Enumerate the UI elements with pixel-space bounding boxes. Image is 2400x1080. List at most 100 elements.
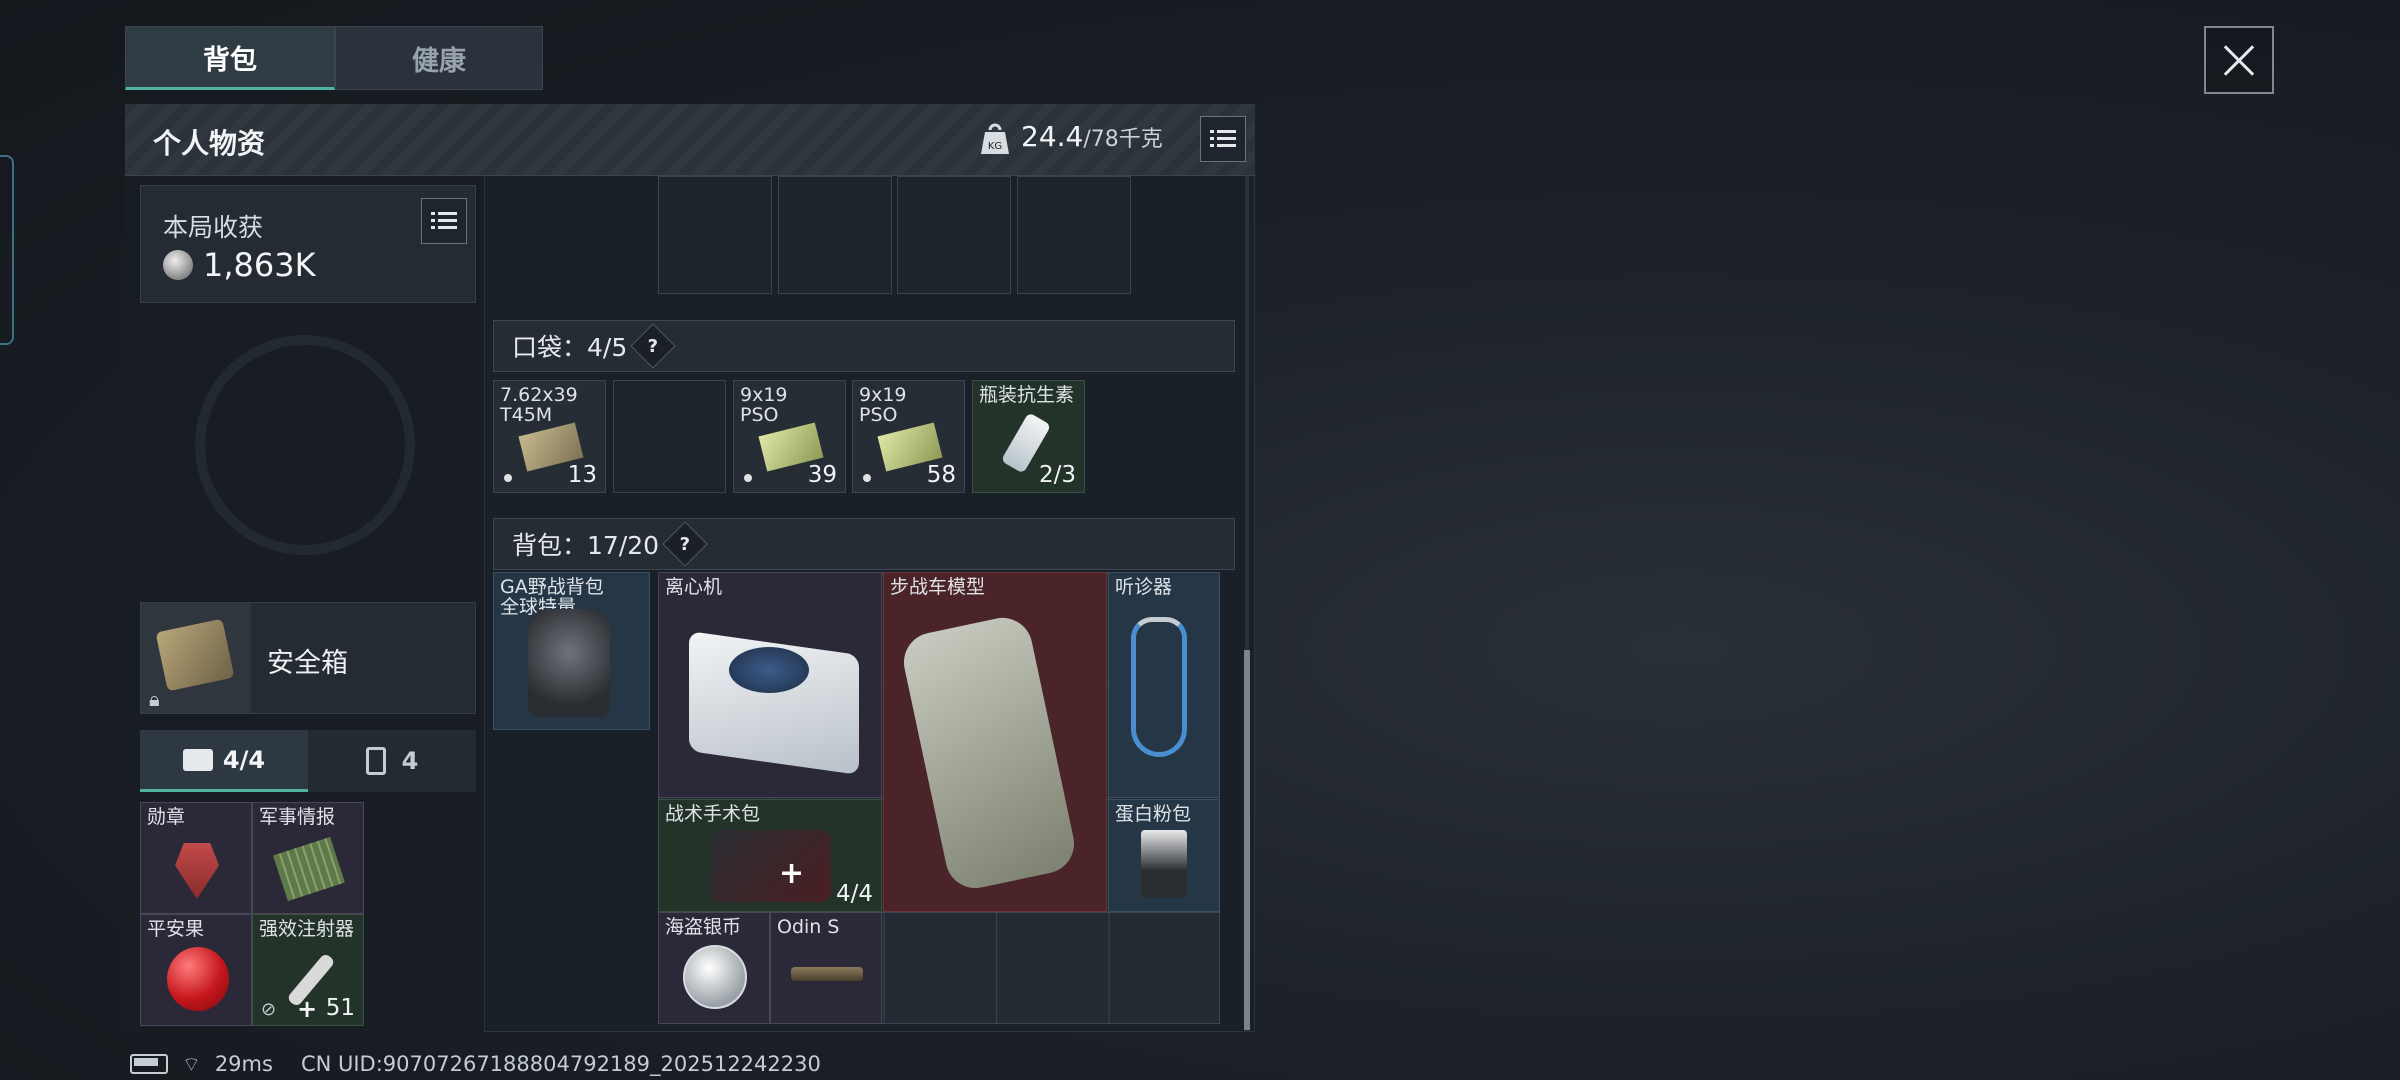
pocket-slot-3-count: 39 — [807, 462, 837, 488]
item-injector-count: 51 — [325, 995, 355, 1021]
safe-box-label: 安全箱 — [267, 648, 348, 679]
item-stethoscope-label: 听诊器 — [1115, 576, 1173, 598]
wifi-icon: ⌔ — [182, 1051, 201, 1076]
backpack-header: 背包：17/20 ? — [493, 518, 1235, 570]
pockets-header: 口袋：4/5 ? — [493, 320, 1235, 372]
item-protein-label: 蛋白粉包 — [1115, 803, 1192, 825]
faction-emblem-watermark — [195, 335, 415, 555]
equipped-backpack-slot[interactable]: GA野战背包 全球特量 — [493, 572, 650, 730]
safe-box-slot[interactable]: 🔒︎ 安全箱 — [140, 602, 476, 714]
ammo-dot-icon — [504, 474, 512, 482]
rotor-icon — [729, 647, 809, 693]
close-button[interactable] — [2204, 26, 2274, 94]
weight-max: /78千克 — [1083, 127, 1163, 152]
list-icon — [1210, 130, 1236, 147]
weight-current: 24.4 — [1021, 120, 1084, 153]
item-stethoscope[interactable]: 听诊器 — [1108, 572, 1220, 798]
item-centrifuge[interactable]: 离心机 — [658, 572, 882, 798]
item-odin-scope-label: Odin S — [777, 916, 840, 938]
ifv-icon — [898, 612, 1080, 894]
pocket-slot-1-label: 7.62x39 T45M — [500, 384, 578, 426]
lock-icon: 🔒︎ — [149, 687, 160, 711]
circuit-board-icon — [273, 836, 345, 902]
status-bar: ⌔ 29ms CN UID:90707267188804792189_20251… — [130, 1050, 821, 1078]
ammo-dot-icon — [744, 474, 752, 482]
help-icon[interactable]: ? — [630, 323, 676, 369]
subtab-container-label: 4 — [401, 747, 419, 775]
subtab-medkit-label: 4/4 — [222, 745, 266, 774]
earnings-label: 本局收获 — [163, 213, 264, 242]
item-medal[interactable]: 勋章 — [140, 802, 252, 914]
pocket-slot-4-count: 58 — [926, 462, 956, 488]
subtab-container[interactable]: 4 — [308, 730, 476, 792]
tab-health[interactable]: 健康 — [335, 26, 543, 90]
earnings-list-button[interactable] — [421, 198, 467, 244]
scope-icon — [791, 967, 863, 981]
item-injector-label: 强效注射器 — [259, 918, 355, 940]
pocket-slot-4[interactable]: 9x19 PSO 58 — [852, 380, 965, 493]
earnings-value: 1,863K — [203, 246, 316, 284]
medal-icon — [175, 843, 219, 899]
item-intel-label: 军事情报 — [259, 806, 336, 828]
battery-icon — [130, 1054, 168, 1074]
ammo-dot-icon — [863, 474, 871, 482]
pocket-slot-1-count: 13 — [567, 462, 597, 488]
backpack-title: 背包：17/20 — [512, 531, 660, 560]
pocket-slot-5[interactable]: 瓶装抗生素 2/3 — [972, 380, 1085, 493]
weight-icon: KG — [980, 122, 1010, 156]
medkit-icon — [182, 748, 213, 771]
earnings-card: 本局收获 1,863K — [140, 185, 476, 303]
item-protein[interactable]: 蛋白粉包 — [1108, 799, 1220, 912]
scrollbar-thumb[interactable] — [1244, 650, 1250, 1030]
rig-slot[interactable] — [897, 176, 1011, 294]
first-aid-cross-icon: + — [779, 856, 805, 891]
coin-icon — [163, 250, 193, 280]
item-apple[interactable]: 平安果 — [140, 914, 252, 1026]
item-medal-label: 勋章 — [147, 806, 186, 828]
uid-text: CN UID:90707267188804792189_202512242230 — [300, 1052, 821, 1076]
rig-slot[interactable] — [778, 176, 892, 294]
item-centrifuge-label: 离心机 — [665, 576, 723, 598]
protein-pack-icon — [1141, 830, 1187, 898]
item-injector[interactable]: 强效注射器 ⊘ + 51 — [252, 914, 364, 1026]
apple-icon — [167, 947, 229, 1011]
pocket-slot-5-label: 瓶装抗生素 — [979, 384, 1075, 406]
pocket-slot-3-label: 9x19 PSO — [740, 384, 788, 426]
item-tactical-kit-label: 战术手术包 — [665, 803, 761, 825]
item-ifv-model-label: 步战车模型 — [890, 576, 986, 598]
tab-backpack[interactable]: 背包 — [125, 26, 335, 90]
rig-slot[interactable] — [658, 176, 772, 294]
item-apple-label: 平安果 — [147, 918, 205, 940]
pocket-slot-4-label: 9x19 PSO — [859, 384, 907, 426]
silver-coin-icon — [683, 945, 747, 1009]
pocket-slot-5-count: 2/3 — [1038, 462, 1076, 488]
help-icon[interactable]: ? — [662, 521, 708, 567]
list-icon — [431, 212, 457, 229]
item-pirate-coin[interactable]: 海盗银币 — [658, 912, 770, 1024]
pocket-slot-2[interactable] — [613, 380, 726, 493]
sort-list-button[interactable] — [1200, 116, 1246, 162]
panel-title: 个人物资 — [153, 127, 266, 160]
svg-text:KG: KG — [988, 141, 1002, 152]
container-icon — [365, 747, 386, 775]
pocket-slot-3[interactable]: 9x19 PSO 39 — [733, 380, 846, 493]
pocket-slot-1[interactable]: 7.62x39 T45M 13 — [493, 380, 606, 493]
safe-box-image: 🔒︎ — [141, 603, 251, 713]
item-pirate-coin-label: 海盗银币 — [665, 916, 742, 938]
pockets-title: 口袋：4/5 — [512, 333, 628, 362]
item-odin-scope[interactable]: Odin S — [770, 912, 882, 1024]
backpack-icon — [528, 609, 610, 717]
no-insure-icon: ⊘ — [261, 999, 277, 1020]
rig-slot[interactable] — [1017, 176, 1131, 294]
item-intel[interactable]: 军事情报 — [252, 802, 364, 914]
ping-text: 29ms — [214, 1052, 273, 1076]
item-tactical-kit-count: 4/4 — [835, 881, 873, 907]
panel-header: 个人物资 KG 24.4/78千克 — [125, 104, 1255, 176]
plus-icon: + — [297, 995, 318, 1023]
subtab-medkit[interactable]: 4/4 — [140, 730, 308, 792]
item-tactical-kit[interactable]: 战术手术包 + 4/4 — [658, 799, 882, 912]
side-edge-marker — [0, 155, 14, 345]
first-aid-kit-icon — [711, 830, 831, 902]
item-ifv-model[interactable]: 步战车模型 — [883, 572, 1107, 912]
stethoscope-icon — [1131, 617, 1187, 757]
